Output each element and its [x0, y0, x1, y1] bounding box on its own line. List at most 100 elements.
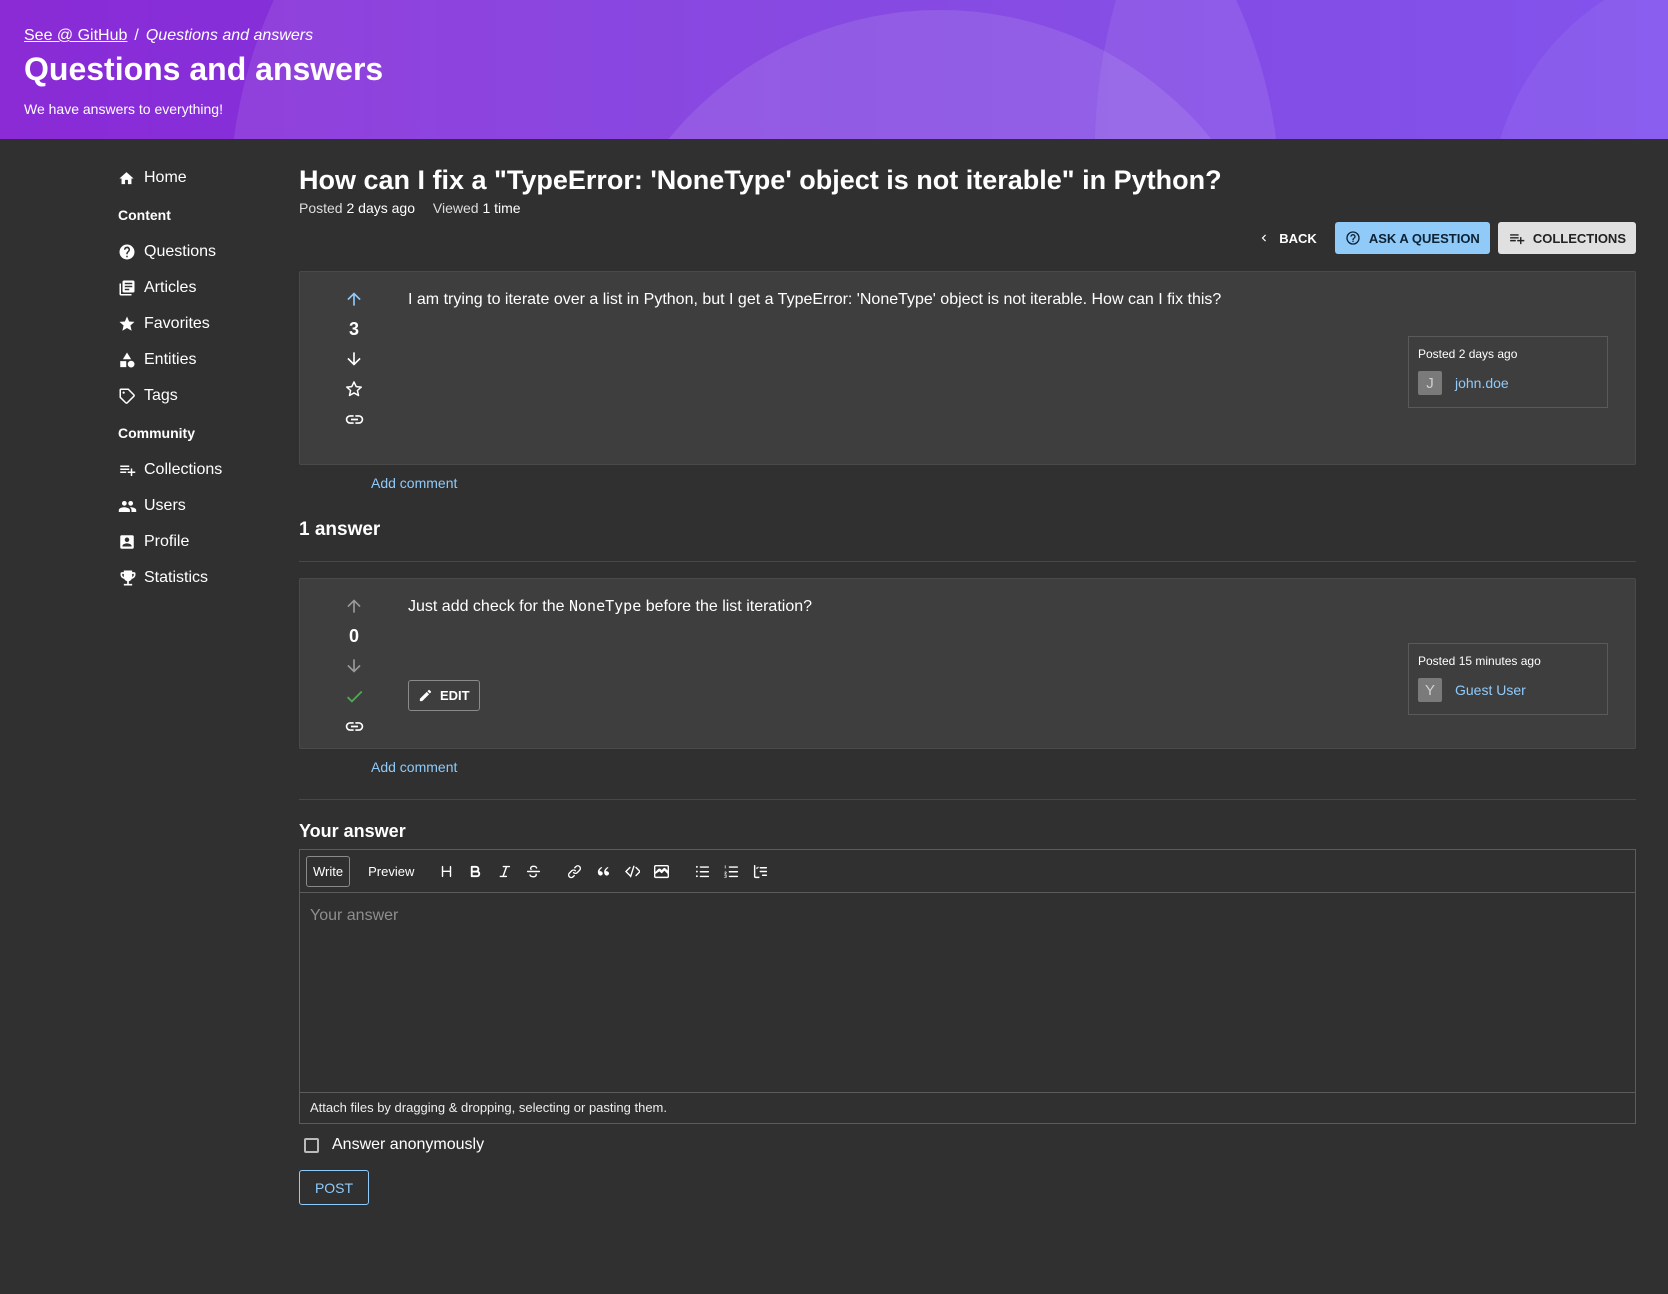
question-actions: Back Ask a question Collections: [299, 222, 1636, 254]
ask-question-button[interactable]: Ask a question: [1334, 222, 1490, 254]
trophy-icon: [118, 568, 144, 588]
quote-icon[interactable]: [589, 856, 618, 886]
sidebar-item-profile[interactable]: Profile: [118, 524, 278, 560]
star-icon: [118, 315, 144, 333]
sidebar-item-label: Tags: [144, 387, 178, 404]
link-icon[interactable]: [344, 404, 365, 434]
image-icon[interactable]: [647, 856, 676, 886]
playlist-add-icon: [1508, 230, 1525, 247]
home-icon: [118, 170, 144, 187]
bold-icon[interactable]: [461, 856, 490, 886]
your-answer-heading: Your answer: [299, 821, 406, 841]
site-title: Questions and answers: [24, 51, 384, 87]
downvote-button[interactable]: [344, 344, 364, 374]
link-icon[interactable]: [344, 711, 365, 741]
sidebar-item-favorites[interactable]: Favorites: [118, 306, 278, 342]
anonymous-label: Answer anonymously: [332, 1136, 485, 1153]
numbered-list-icon[interactable]: [717, 856, 746, 886]
bullet-list-icon[interactable]: [688, 856, 717, 886]
favorite-star-button[interactable]: [344, 374, 364, 404]
sidebar-item-label: Users: [144, 497, 186, 514]
playlist-icon: [118, 461, 144, 479]
tab-preview[interactable]: Preview: [362, 856, 420, 887]
sidebar-section-content: Content: [118, 207, 171, 223]
breadcrumb-github-link[interactable]: See @ GitHub: [24, 27, 127, 44]
sidebar-item-users[interactable]: Users: [118, 488, 278, 524]
sidebar-item-label: Profile: [144, 533, 190, 550]
people-icon: [118, 497, 144, 516]
upvote-button[interactable]: [344, 284, 364, 314]
viewed-label: Viewed: [432, 200, 479, 216]
sidebar-item-articles[interactable]: Articles: [118, 270, 278, 306]
main-content: How can I fix a "TypeError: 'NoneType' o…: [299, 160, 1636, 1205]
post-label: Post: [314, 1179, 354, 1196]
vote-count: 0: [348, 626, 359, 646]
sidebar-item-statistics[interactable]: Statistics: [118, 560, 278, 596]
answer-body-suffix: before the list iteration?: [645, 598, 813, 615]
edit-answer-button[interactable]: Edit: [408, 680, 480, 711]
vote-count: 3: [348, 319, 359, 339]
sidebar-item-label: Favorites: [144, 315, 210, 332]
answer-body: Just add check for the NoneType before t…: [408, 595, 812, 618]
strikethrough-icon[interactable]: [519, 856, 548, 886]
tag-icon: [118, 387, 144, 405]
anonymous-checkbox[interactable]: [304, 1137, 319, 1153]
sidebar: Home Content Questions Articles Favorite…: [118, 160, 278, 596]
question-card: 3 I am trying to iterate over a list in …: [299, 271, 1636, 465]
answer-body-prefix: Just add check for the: [408, 598, 565, 615]
italic-icon[interactable]: [490, 856, 519, 886]
library-books-icon: [118, 279, 144, 297]
question-circle-icon: [118, 243, 144, 261]
posted-value: 2 days ago: [346, 200, 415, 216]
edit-label: Edit: [440, 688, 470, 703]
account-box-icon: [118, 533, 144, 551]
answer-body-code: NoneType: [568, 597, 642, 615]
sidebar-item-questions[interactable]: Questions: [118, 234, 278, 270]
answer-vote-column: 0: [342, 591, 366, 741]
attach-files-hint[interactable]: Attach files by dragging & dropping, sel…: [300, 1093, 1635, 1122]
avatar: Y: [1418, 678, 1442, 702]
back-button-label: Back: [1279, 230, 1317, 246]
author-name-link[interactable]: john.doe: [1455, 375, 1509, 391]
upvote-button[interactable]: [344, 591, 364, 621]
viewed-value: 1 time: [482, 200, 521, 216]
page-header: See @ GitHub / Questions and answers Quest…: [0, 0, 1668, 139]
author-posted-time: Posted 2 days ago: [1418, 347, 1518, 361]
collections-button-label: Collections: [1532, 230, 1626, 246]
author-posted-time: Posted 15 minutes ago: [1418, 654, 1541, 668]
question-vote-column: 3: [342, 284, 366, 434]
sidebar-item-collections[interactable]: Collections: [118, 452, 278, 488]
sidebar-item-entities[interactable]: Entities: [118, 342, 278, 378]
add-comment-link[interactable]: Add comment: [371, 475, 1636, 495]
breadcrumb-separator: /: [134, 27, 139, 44]
tab-write[interactable]: Write: [306, 855, 351, 887]
markdown-editor: Write Preview Your answer Attach files b…: [299, 849, 1636, 1124]
sidebar-item-label: Articles: [144, 279, 197, 296]
answer-textarea[interactable]: Your answer: [300, 893, 1635, 1093]
sidebar-section-community: Community: [118, 425, 195, 441]
heading-icon[interactable]: [432, 856, 461, 886]
sidebar-item-label: Statistics: [144, 569, 209, 586]
accepted-check-icon[interactable]: [344, 681, 365, 711]
sidebar-item-tags[interactable]: Tags: [118, 378, 278, 414]
answer-card: 0 Just add check for the NoneType before…: [299, 578, 1636, 749]
sidebar-item-label: Questions: [144, 243, 217, 260]
question-title: How can I fix a "TypeError: 'NoneType' o…: [299, 165, 1222, 195]
collections-button[interactable]: Collections: [1497, 222, 1636, 254]
task-list-icon[interactable]: [746, 856, 775, 886]
sidebar-item-home[interactable]: Home: [118, 160, 278, 196]
sidebar-item-label: Collections: [144, 461, 223, 478]
post-answer-button[interactable]: Post: [299, 1170, 369, 1205]
downvote-button[interactable]: [344, 651, 364, 681]
answer-anonymously-option[interactable]: Answer anonymously: [304, 1136, 1636, 1154]
code-icon[interactable]: [618, 856, 647, 886]
divider: [299, 561, 1636, 562]
back-button[interactable]: Back: [1247, 222, 1327, 254]
author-name-link[interactable]: Guest User: [1455, 682, 1526, 698]
category-icon: [118, 351, 144, 369]
editor-toolbar: Write Preview: [300, 850, 1635, 893]
posted-label: Posted: [299, 200, 343, 216]
add-comment-link[interactable]: Add comment: [371, 759, 1636, 779]
link-icon[interactable]: [560, 856, 589, 886]
site-subtitle: We have answers to everything!: [24, 101, 223, 117]
